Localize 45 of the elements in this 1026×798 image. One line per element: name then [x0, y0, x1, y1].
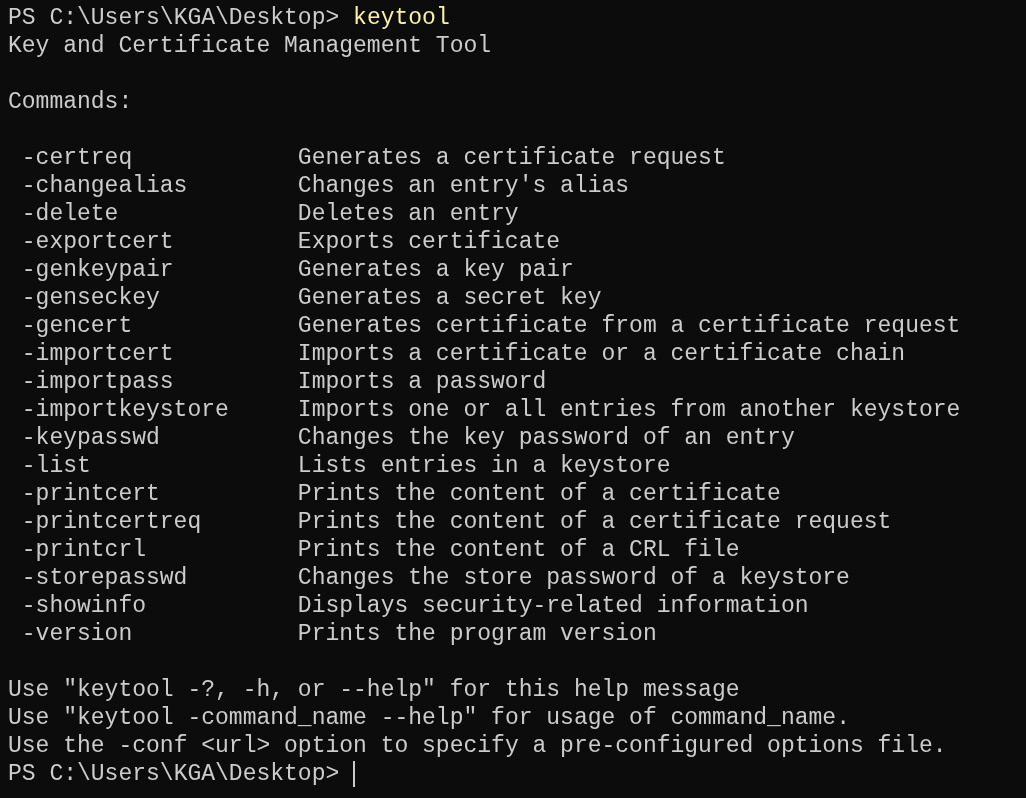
command-name: -version [21, 620, 134, 648]
command-name: -delete [21, 200, 120, 228]
command-description: Prints the program version [297, 620, 658, 648]
help-line: Use "keytool -?, -h, or --help" for this help message [8, 676, 740, 704]
command-description: Generates a secret key [297, 284, 603, 312]
help-line: Use the -conf <url> option to specify a pre-configured options file. [8, 732, 947, 760]
section-heading: Commands: [8, 88, 133, 116]
command-text: keytool [353, 4, 450, 32]
output-title: Key and Certificate Management Tool [8, 32, 492, 60]
command-name: -genkeypair [21, 256, 175, 284]
text-cursor [353, 761, 356, 787]
command-name: -changealias [21, 172, 189, 200]
command-name: -printcertreq [21, 508, 203, 536]
command-description: Imports a certificate or a certificate chain [297, 340, 907, 368]
command-description: Lists entries in a keystore [297, 452, 672, 480]
command-name: -showinfo [21, 592, 148, 620]
prompt-text: PS C:\Users\KGA\Desktop> [8, 4, 340, 32]
prompt-text: PS C:\Users\KGA\Desktop> [8, 760, 340, 788]
command-description: Generates a key pair [297, 256, 575, 284]
command-name: -keypasswd [21, 424, 161, 452]
command-name: -printcert [21, 480, 161, 508]
command-name: -storepasswd [21, 564, 189, 592]
command-description: Exports certificate [297, 228, 562, 256]
command-description: Prints the content of a certificate request [297, 508, 893, 536]
command-name: -importcert [21, 340, 175, 368]
command-description: Changes an entry's alias [297, 172, 631, 200]
command-description: Changes the key password of an entry [297, 424, 796, 452]
command-name: -printcrl [21, 536, 148, 564]
command-name: -importkeystore [21, 396, 230, 424]
command-name: -list [21, 452, 92, 480]
command-name: -importpass [21, 368, 175, 396]
command-description: Deletes an entry [297, 200, 520, 228]
command-description: Changes the store password of a keystore [297, 564, 851, 592]
command-description: Generates a certificate request [297, 144, 727, 172]
command-description: Displays security-related information [297, 592, 810, 620]
command-description: Prints the content of a certificate [297, 480, 782, 508]
help-line: Use "keytool -command_name --help" for usage of command_name. [8, 704, 850, 732]
command-description: Imports a password [297, 368, 548, 396]
command-description: Imports one or all entries from another keystore [297, 396, 962, 424]
command-description: Generates certificate from a certificate request [297, 312, 962, 340]
command-name: -certreq [21, 144, 134, 172]
command-name: -exportcert [21, 228, 175, 256]
command-name: -genseckey [21, 284, 161, 312]
command-name: -gencert [21, 312, 134, 340]
command-description: Prints the content of a CRL file [297, 536, 741, 564]
